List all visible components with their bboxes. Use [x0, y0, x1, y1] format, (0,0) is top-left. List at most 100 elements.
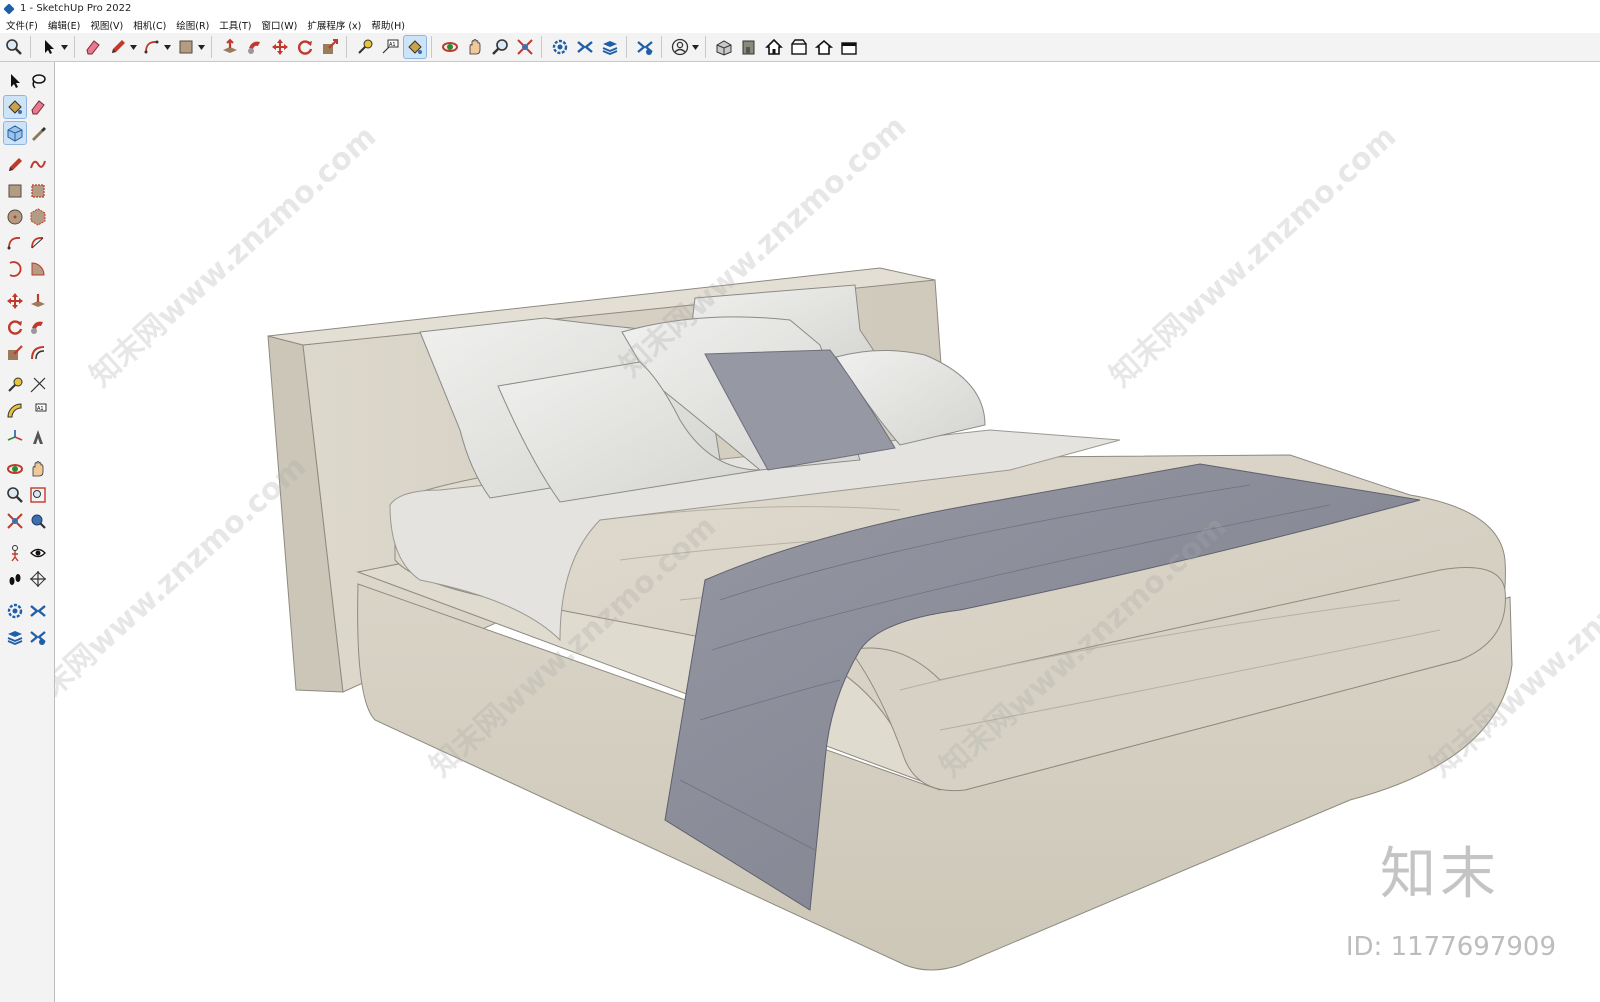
zoom-window-icon[interactable] — [27, 484, 49, 506]
pan-icon[interactable] — [27, 458, 49, 480]
arc-dropdown-icon[interactable] — [163, 36, 172, 58]
sandbox-icon[interactable] — [634, 36, 656, 58]
scale-icon[interactable] — [4, 342, 26, 364]
iso-view-icon[interactable] — [713, 36, 735, 58]
profile-icon[interactable] — [669, 36, 691, 58]
toolbar-separator — [705, 36, 706, 58]
offset-icon[interactable] — [27, 342, 49, 364]
freehand-icon[interactable] — [27, 154, 49, 176]
eraser-icon[interactable] — [82, 36, 104, 58]
sandbox-icon[interactable] — [27, 626, 49, 648]
layer-icon[interactable] — [4, 626, 26, 648]
arc-icon[interactable] — [4, 232, 26, 254]
pie-icon[interactable] — [27, 258, 49, 280]
toolbar-separator — [211, 36, 212, 58]
axes-icon[interactable] — [4, 426, 26, 448]
text-icon[interactable]: A1 — [27, 400, 49, 422]
tape-measure-icon[interactable] — [354, 36, 376, 58]
menu-help[interactable]: 帮助(H) — [366, 18, 410, 32]
rectangle-icon[interactable] — [175, 36, 197, 58]
pan-icon[interactable] — [464, 36, 486, 58]
look-around-icon[interactable] — [27, 542, 49, 564]
svg-text:A1: A1 — [389, 42, 396, 48]
orbit-icon[interactable] — [4, 458, 26, 480]
asset-id-watermark: ID: 1177697909 — [1345, 932, 1556, 962]
sketchup-app-icon — [3, 2, 15, 15]
rectangle-dropdown-icon[interactable] — [197, 36, 206, 58]
menu-camera[interactable]: 相机(C) — [128, 18, 171, 32]
menu-draw[interactable]: 绘图(R) — [171, 18, 214, 32]
back-view-icon[interactable] — [838, 36, 860, 58]
menu-view[interactable]: 视图(V) — [85, 18, 128, 32]
protractor-icon[interactable] — [4, 400, 26, 422]
warehouse-icon[interactable] — [4, 600, 26, 622]
move-icon[interactable] — [4, 290, 26, 312]
toolbar-separator — [661, 36, 662, 58]
arc-icon[interactable] — [141, 36, 163, 58]
menu-file[interactable]: 文件(F) — [0, 18, 43, 32]
follow-me-icon[interactable] — [244, 36, 266, 58]
walk-icon[interactable] — [4, 568, 26, 590]
layer-icon[interactable] — [599, 36, 621, 58]
lasso-icon[interactable] — [27, 70, 49, 92]
position-camera-icon[interactable] — [4, 542, 26, 564]
select-icon[interactable] — [4, 70, 26, 92]
scale-icon[interactable] — [319, 36, 341, 58]
large-tool-set: A1 — [0, 62, 55, 1002]
extension-icon[interactable] — [27, 600, 49, 622]
extension-icon[interactable] — [574, 36, 596, 58]
toolbar-separator — [431, 36, 432, 58]
pencil-dropdown-icon[interactable] — [129, 36, 138, 58]
rotate-icon[interactable] — [294, 36, 316, 58]
previous-view-icon[interactable] — [27, 510, 49, 532]
follow-me-icon[interactable] — [27, 316, 49, 338]
zoom-extents-icon[interactable] — [4, 510, 26, 532]
svg-text:A1: A1 — [37, 406, 44, 412]
paint-bucket-icon[interactable] — [403, 35, 427, 59]
menu-tools[interactable]: 工具(T) — [214, 18, 256, 32]
polygon-icon[interactable] — [27, 206, 49, 228]
component-icon[interactable] — [3, 121, 27, 145]
3d-text-icon[interactable] — [27, 426, 49, 448]
top-view-icon[interactable] — [788, 36, 810, 58]
push-pull-icon[interactable] — [27, 290, 49, 312]
zoom-window-icon[interactable] — [489, 36, 511, 58]
line-icon[interactable] — [4, 154, 26, 176]
move-icon[interactable] — [269, 36, 291, 58]
circle-icon[interactable] — [4, 206, 26, 228]
dimension-icon[interactable] — [27, 374, 49, 396]
menu-bar: 文件(F) 编辑(E) 视图(V) 相机(C) 绘图(R) 工具(T) 窗口(W… — [0, 17, 1600, 32]
rectangle-icon[interactable] — [4, 180, 26, 202]
zoom-icon[interactable] — [4, 484, 26, 506]
section-plane-icon[interactable] — [27, 568, 49, 590]
push-pull-icon[interactable] — [219, 36, 241, 58]
warehouse-icon[interactable] — [549, 36, 571, 58]
select-dropdown-icon[interactable] — [60, 36, 69, 58]
toolbar-separator — [346, 36, 347, 58]
eraser-icon[interactable] — [27, 96, 49, 118]
brand-watermark: 知末 — [1380, 842, 1500, 907]
two-point-arc-icon[interactable] — [27, 232, 49, 254]
zoom-icon[interactable] — [3, 36, 25, 58]
rotate-icon[interactable] — [4, 316, 26, 338]
text-icon[interactable]: A1 — [379, 36, 401, 58]
model-viewport[interactable]: 知末网www.znzmo.com 知末网www.znzmo.com 知末网www… — [55, 62, 1600, 1002]
menu-edit[interactable]: 编辑(E) — [43, 18, 85, 32]
zoom-extents-icon[interactable] — [514, 36, 536, 58]
menu-window[interactable]: 窗口(W) — [257, 18, 303, 32]
pencil-icon[interactable] — [107, 36, 129, 58]
sample-paint-icon[interactable] — [27, 122, 49, 144]
home-view-icon[interactable] — [763, 36, 785, 58]
main-toolbar: A1 — [0, 33, 1600, 62]
tape-measure-icon[interactable] — [4, 374, 26, 396]
three-point-arc-icon[interactable] — [4, 258, 26, 280]
profile-dropdown-icon[interactable] — [691, 36, 700, 58]
select-icon[interactable] — [38, 36, 60, 58]
window-title: 1 - SketchUp Pro 2022 — [20, 3, 132, 14]
rotated-rectangle-icon[interactable] — [27, 180, 49, 202]
front-view-icon[interactable] — [738, 36, 760, 58]
menu-extensions[interactable]: 扩展程序 (x) — [302, 18, 366, 32]
paint-bucket-icon[interactable] — [3, 95, 27, 119]
house-icon[interactable] — [813, 36, 835, 58]
orbit-icon[interactable] — [439, 36, 461, 58]
